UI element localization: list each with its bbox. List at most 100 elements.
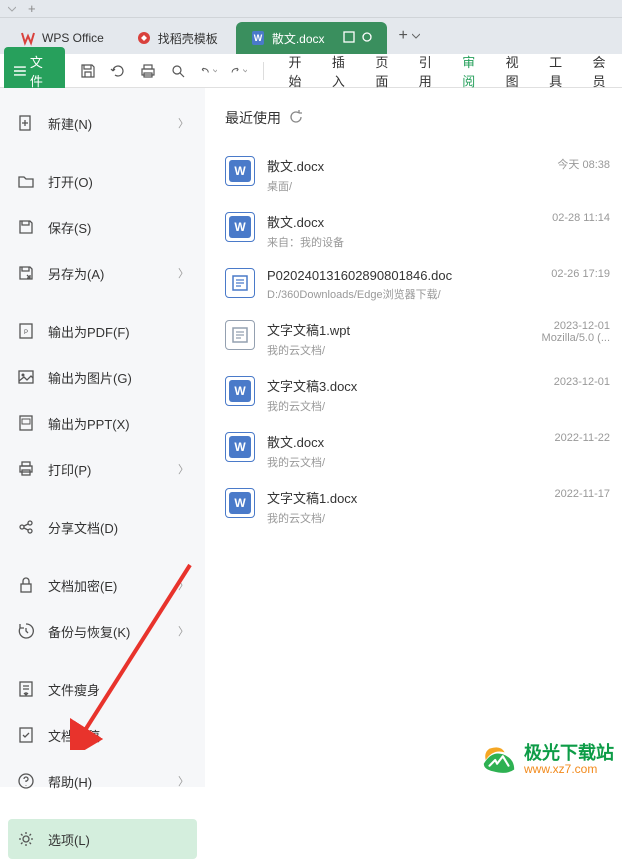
sidemenu-label: 打开(O) (48, 172, 93, 191)
sidemenu-item-backup[interactable]: 备份与恢复(K)〉 (8, 611, 197, 651)
watermark: 极光下载站 www.xz7.com (480, 741, 614, 779)
file-info: 散文.docx来自：我的设备 (267, 212, 544, 250)
svg-text:P: P (24, 330, 28, 336)
file-sidemenu: 新建(N)〉打开(O)保存(S)另存为(A)〉P输出为PDF(F)输出为图片(G… (0, 88, 205, 787)
sidemenu-item-folder[interactable]: 打开(O) (8, 161, 197, 201)
sidemenu-label: 输出为PPT(X) (48, 414, 130, 433)
sidemenu-item-options[interactable]: 选项(L) (8, 819, 197, 859)
tab-label: 找稻壳模板 (158, 30, 218, 47)
refresh-icon[interactable] (289, 110, 303, 127)
sidemenu-item-image[interactable]: 输出为图片(G) (8, 357, 197, 397)
file-date: 2023-12-01Mozilla/5.0 (... (534, 320, 610, 344)
sidemenu-item-print[interactable]: 打印(P) 〉 (8, 449, 197, 489)
chevron-right-icon: 〉 (178, 461, 189, 477)
wps-logo-icon (20, 30, 36, 46)
sidemenu-item-lock[interactable]: 文档加密(E) 〉 (8, 565, 197, 605)
word-file-icon: W (225, 212, 255, 242)
watermark-title: 极光下载站 (524, 744, 614, 764)
sync-icon[interactable] (109, 62, 127, 80)
sidemenu-item-final[interactable]: 文档定稿 (8, 715, 197, 755)
save-icon[interactable] (79, 62, 97, 80)
file-name: P020240131602890801846.doc (267, 268, 543, 283)
recent-file-row[interactable]: W散文.docx我的云文档/2022-11-22 (225, 428, 610, 474)
watermark-url: www.xz7.com (524, 763, 614, 776)
file-path: 桌面/ (267, 178, 549, 194)
hamburger-icon (14, 66, 26, 76)
recent-file-row[interactable]: 文字文稿1.wpt我的云文档/2023-12-01Mozilla/5.0 (..… (225, 316, 610, 362)
tab-template[interactable]: 找稻壳模板 (122, 22, 232, 54)
sidemenu-label: 文档定稿 (48, 726, 100, 745)
sidemenu-label: 文件瘦身 (48, 680, 100, 699)
preview-icon[interactable] (169, 62, 187, 80)
sidemenu-label: 文档加密(E) (48, 576, 117, 595)
watermark-logo-icon (480, 741, 518, 779)
recent-title: 最近使用 (225, 108, 281, 128)
word-file-icon: W (225, 488, 255, 518)
dropdown-arrow-icon (8, 5, 16, 13)
file-menu-panel: 新建(N)〉打开(O)保存(S)另存为(A)〉P输出为PDF(F)输出为图片(G… (0, 88, 622, 787)
compress-icon (16, 679, 36, 699)
sidemenu-item-save-as[interactable]: 另存为(A) 〉 (8, 253, 197, 293)
sidemenu-label: 另存为(A) (48, 264, 104, 283)
word-file-icon: W (225, 156, 255, 186)
recent-files-panel: 最近使用 W散文.docx桌面/今天 08:38W散文.docx来自：我的设备0… (205, 88, 622, 787)
recent-file-row[interactable]: W散文.docx桌面/今天 08:38 (225, 152, 610, 198)
sidemenu-item-share[interactable]: 分享文档(D) (8, 507, 197, 547)
quick-access-toolbar (79, 62, 268, 80)
file-path: 来自：我的设备 (267, 234, 544, 250)
sidemenu-label: 输出为PDF(F) (48, 322, 130, 341)
file-date: 2022-11-17 (547, 488, 610, 500)
file-date: 2023-12-01 (546, 376, 610, 388)
sidemenu-item-pdf[interactable]: P 输出为PDF(F) (8, 311, 197, 351)
tab-dot-icon[interactable] (361, 31, 373, 46)
word-doc-icon: W (250, 30, 266, 46)
recent-file-row[interactable]: W 文字文稿1.docx 我的云文档/2022-11-17 (225, 484, 610, 530)
word-file-icon: W (225, 432, 255, 462)
file-path: 我的云文档/ (267, 454, 547, 470)
sidemenu-label: 保存(S) (48, 218, 91, 237)
sidemenu-label: 打印(P) (48, 460, 91, 479)
print-icon[interactable] (139, 62, 157, 80)
pdf-icon: P (16, 321, 36, 341)
sidemenu-item-compress[interactable]: 文件瘦身 (8, 669, 197, 709)
plus-icon: + (399, 27, 408, 45)
file-info: 文字文稿3.docx我的云文档/ (267, 376, 546, 414)
file-info: 散文.docx桌面/ (267, 156, 549, 194)
recent-file-row[interactable]: W文字文稿3.docx我的云文档/2023-12-01 (225, 372, 610, 418)
options-icon (16, 829, 36, 849)
sidemenu-label: 备份与恢复(K) (48, 622, 130, 641)
sidemenu-item-save[interactable]: 保存(S) (8, 207, 197, 247)
file-path: 我的云文档/ (267, 510, 547, 526)
image-icon (16, 367, 36, 387)
tab-label: WPS Office (42, 31, 104, 45)
plus-icon[interactable]: + (28, 1, 36, 16)
sidemenu-label: 选项(L) (48, 830, 90, 849)
file-date: 2022-11-22 (547, 432, 610, 444)
sidemenu-item-plus-doc[interactable]: 新建(N)〉 (8, 103, 197, 143)
lock-icon (16, 575, 36, 595)
recent-file-row[interactable]: W散文.docx来自：我的设备02-28 11:14 (225, 208, 610, 254)
share-icon (16, 517, 36, 537)
file-path: D:/360Downloads/Edge浏览器下载/ (267, 286, 543, 302)
tab-maximize-icon[interactable] (343, 31, 355, 46)
folder-icon (16, 171, 36, 191)
undo-icon[interactable] (199, 62, 217, 80)
window-chrome-top: + (0, 0, 622, 18)
recent-file-row[interactable]: P020240131602890801846.doc D:/360Download… (225, 264, 610, 306)
file-info: 文字文稿1.wpt我的云文档/ (267, 320, 534, 358)
sidemenu-item-ppt[interactable]: 输出为PPT(X) (8, 403, 197, 443)
tab-label: 散文.docx (272, 30, 325, 47)
backup-icon (16, 621, 36, 641)
sidemenu-label: 帮助(H) (48, 772, 92, 791)
final-icon (16, 725, 36, 745)
sidemenu-item-help[interactable]: 帮助(H)〉 (8, 761, 197, 801)
redo-icon[interactable] (229, 62, 247, 80)
file-name: 文字文稿1.docx (267, 488, 547, 507)
file-path: 我的云文档/ (267, 398, 546, 414)
sidemenu-label: 新建(N) (48, 114, 92, 133)
file-info: P020240131602890801846.doc D:/360Download… (267, 268, 543, 302)
chevron-right-icon: 〉 (178, 265, 189, 281)
chevron-right-icon: 〉 (178, 577, 189, 593)
tab-controls (343, 31, 373, 46)
sidemenu-label: 输出为图片(G) (48, 368, 132, 387)
